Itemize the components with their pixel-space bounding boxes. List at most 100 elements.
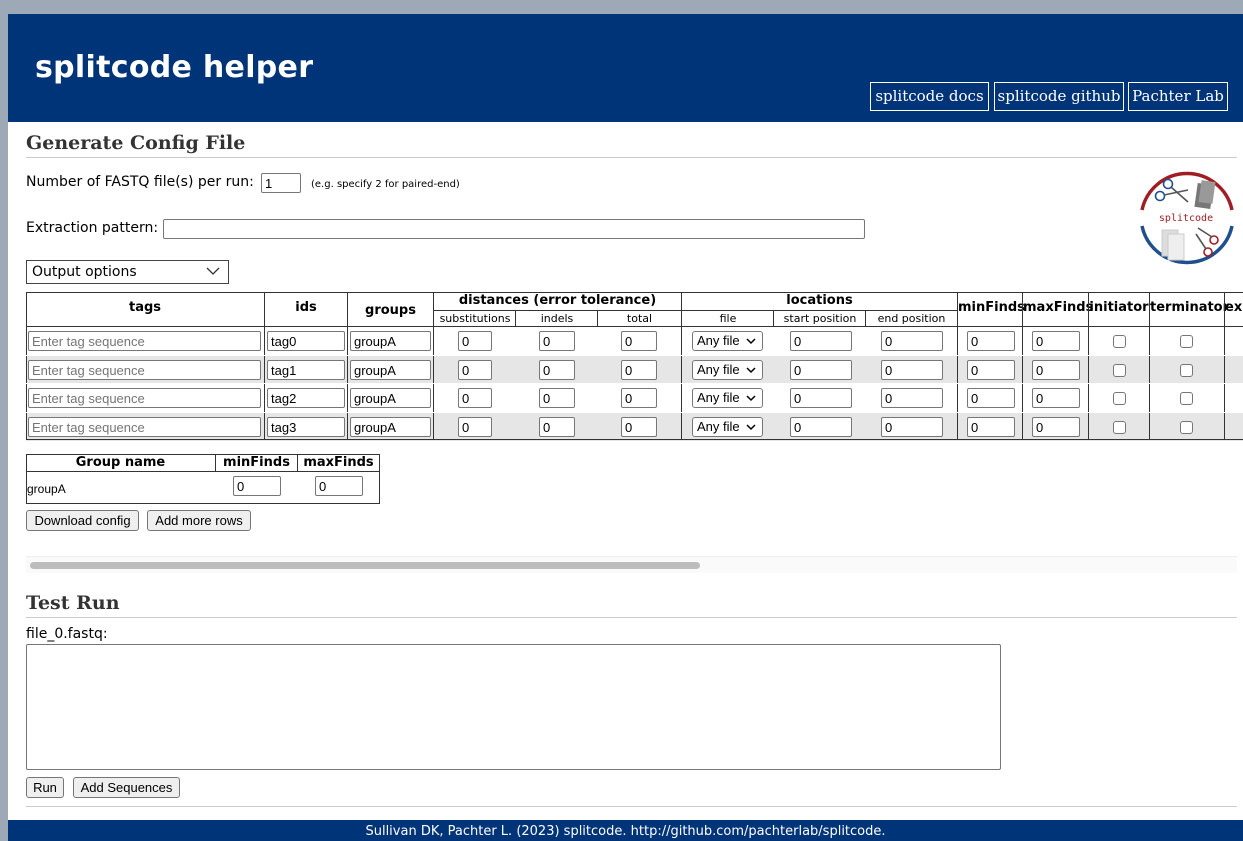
col-header-locations: locations (786, 293, 853, 308)
total-input[interactable] (621, 417, 657, 437)
maxfinds-input[interactable] (1032, 331, 1080, 351)
divider (26, 157, 1237, 158)
minfinds-input[interactable] (967, 417, 1015, 437)
terminator-checkbox[interactable] (1180, 335, 1193, 348)
site-header: splitcode helper splitcode docs splitcod… (8, 14, 1243, 122)
col-header-groups: groups (365, 303, 416, 318)
substitutions-input[interactable] (458, 388, 492, 408)
horizontal-scrollbar[interactable] (26, 556, 1237, 573)
nav-link-pachter-lab[interactable]: Pachter Lab (1128, 82, 1228, 111)
tags-table: tags ids groups distances (error toleran… (26, 292, 1243, 441)
fastq-count-label: Number of FASTQ file(s) per run: (26, 174, 254, 190)
tag-id-input[interactable] (267, 360, 345, 380)
terminator-checkbox[interactable] (1180, 392, 1193, 405)
tag-sequence-input[interactable] (28, 331, 261, 351)
indels-input[interactable] (539, 360, 575, 380)
col-header-indels: indels (540, 312, 574, 325)
fastq-textarea[interactable] (26, 644, 1001, 770)
tag-group-input[interactable] (350, 360, 431, 380)
group-header-maxfinds: maxFinds (303, 455, 374, 470)
start-position-input[interactable] (790, 388, 852, 408)
download-config-button[interactable]: Download config (26, 510, 139, 531)
add-sequences-button[interactable]: Add Sequences (73, 777, 180, 798)
minfinds-input[interactable] (967, 360, 1015, 380)
start-position-input[interactable] (790, 417, 852, 437)
nav-link-splitcode-docs[interactable]: splitcode docs (870, 82, 989, 111)
chevron-down-icon (746, 338, 756, 345)
start-position-input[interactable] (790, 360, 852, 380)
tag-sequence-input[interactable] (28, 360, 261, 380)
indels-input[interactable] (539, 388, 575, 408)
test-run-title: Test Run (26, 592, 120, 614)
end-position-input[interactable] (881, 417, 943, 437)
end-position-input[interactable] (881, 360, 943, 380)
add-more-rows-button[interactable]: Add more rows (147, 510, 251, 531)
indels-input[interactable] (539, 417, 575, 437)
col-header-terminator: terminator (1150, 300, 1230, 315)
file-select[interactable]: Any file (692, 417, 763, 437)
substitutions-input[interactable] (458, 417, 492, 437)
run-button[interactable]: Run (26, 777, 64, 798)
group-maxfinds-input[interactable] (315, 476, 363, 496)
initiator-checkbox[interactable] (1113, 335, 1126, 348)
col-header-start-position: start position (783, 312, 857, 325)
chevron-down-icon (746, 424, 756, 431)
initiator-checkbox[interactable] (1113, 421, 1126, 434)
initiator-checkbox[interactable] (1113, 392, 1126, 405)
start-position-input[interactable] (790, 331, 852, 351)
tag-sequence-input[interactable] (28, 417, 261, 437)
file-select-value: Any file (697, 390, 740, 405)
group-name-cell: groupA (27, 482, 66, 496)
maxfinds-input[interactable] (1032, 388, 1080, 408)
initiator-checkbox[interactable] (1113, 364, 1126, 377)
fastq-count-input[interactable] (261, 173, 301, 193)
file-select-value: Any file (697, 333, 740, 348)
group-minfinds-input[interactable] (233, 476, 281, 496)
col-header-minfinds: minFinds (958, 300, 1025, 315)
tag-group-input[interactable] (350, 417, 431, 437)
output-options-select[interactable]: Output options (26, 260, 229, 284)
extraction-pattern-label: Extraction pattern: (26, 220, 159, 236)
end-position-input[interactable] (881, 331, 943, 351)
tag-id-input[interactable] (267, 331, 345, 351)
maxfinds-input[interactable] (1032, 417, 1080, 437)
col-header-initiator: initiator (1089, 300, 1149, 315)
splitcode-logo: splitcode (1140, 171, 1234, 265)
total-input[interactable] (621, 360, 657, 380)
minfinds-input[interactable] (967, 331, 1015, 351)
chevron-down-icon (746, 367, 756, 374)
indels-input[interactable] (539, 331, 575, 351)
file-select-value: Any file (697, 362, 740, 377)
tag-group-input[interactable] (350, 331, 431, 351)
minfinds-input[interactable] (967, 388, 1015, 408)
extraction-pattern-input[interactable] (163, 219, 865, 239)
file-select[interactable]: Any file (692, 331, 763, 351)
col-header-extra: ex (1225, 300, 1243, 315)
tag-group-input[interactable] (350, 388, 431, 408)
file-select[interactable]: Any file (692, 360, 763, 380)
total-input[interactable] (621, 388, 657, 408)
substitutions-input[interactable] (458, 331, 492, 351)
config-section-title: Generate Config File (26, 132, 246, 154)
site-title: splitcode helper (35, 50, 314, 85)
terminator-checkbox[interactable] (1180, 421, 1193, 434)
substitutions-input[interactable] (458, 360, 492, 380)
citation-text: Sullivan DK, Pachter L. (2023) splitcode… (365, 824, 886, 839)
output-options-label: Output options (32, 264, 137, 280)
tag-id-input[interactable] (267, 417, 345, 437)
col-header-maxfinds: maxFinds (1023, 300, 1094, 315)
end-position-input[interactable] (881, 388, 943, 408)
maxfinds-input[interactable] (1032, 360, 1080, 380)
nav-link-splitcode-github[interactable]: splitcode github (994, 82, 1124, 111)
col-header-total: total (626, 312, 653, 325)
site-footer: Sullivan DK, Pachter L. (2023) splitcode… (8, 820, 1243, 841)
divider (26, 806, 1237, 807)
tag-sequence-input[interactable] (28, 388, 261, 408)
terminator-checkbox[interactable] (1180, 364, 1193, 377)
tag-id-input[interactable] (267, 388, 345, 408)
fastq-count-hint: (e.g. specify 2 for paired-end) (311, 179, 460, 190)
scrollbar-thumb[interactable] (30, 562, 700, 569)
total-input[interactable] (621, 331, 657, 351)
file-select[interactable]: Any file (692, 388, 763, 408)
chevron-down-icon (746, 395, 756, 402)
